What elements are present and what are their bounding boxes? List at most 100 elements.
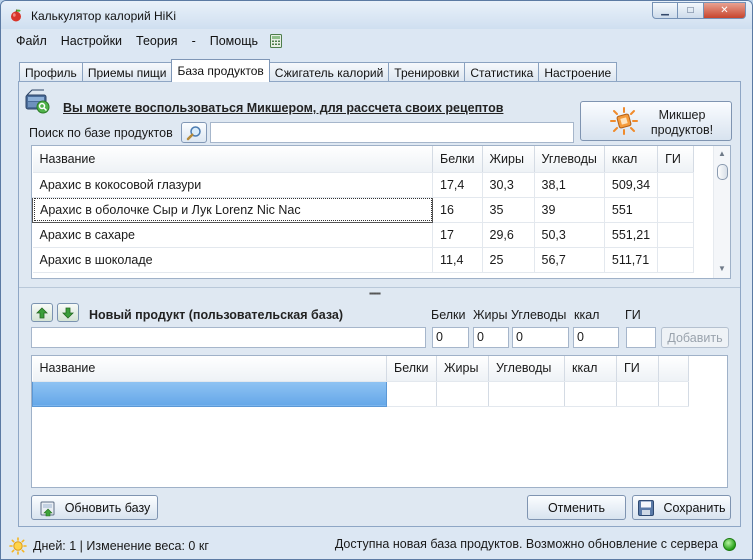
column-header-protein[interactable]: Белки: [432, 146, 483, 173]
cell-name-selected[interactable]: [32, 380, 387, 407]
search-input[interactable]: [210, 122, 574, 143]
status-update-message[interactable]: Доступна новая база продуктов. Возможно …: [335, 537, 718, 551]
arrow-up-icon: [36, 306, 48, 318]
save-button[interactable]: Сохранить: [632, 495, 731, 520]
column-header-carbs[interactable]: Углеводы: [488, 356, 565, 382]
table-row[interactable]: [32, 380, 689, 407]
mixer-icon: [610, 107, 638, 135]
cell-name: Арахис в сахаре: [32, 222, 433, 248]
mixer-button-label-line2: продуктов!: [650, 123, 714, 137]
menu-help[interactable]: Помощь: [203, 34, 265, 48]
label-kcal: ккал: [574, 308, 600, 322]
cell-fat: 25: [482, 247, 535, 273]
column-header-gi[interactable]: ГИ: [657, 146, 695, 173]
carbs-input[interactable]: 0: [512, 327, 569, 348]
column-header-kcal[interactable]: ккал: [564, 356, 617, 382]
table-row[interactable]: Арахис в оболочке Сыр и Лук Lorenz Nic N…: [32, 196, 695, 223]
products-table-scrollbar[interactable]: ▲ ▼: [713, 146, 730, 278]
menu-bar: Файл Настройки Теория - Помощь: [1, 31, 752, 51]
main-window: Калькулятор калорий HiKi ▁ □ ✕ Файл Наст…: [0, 0, 753, 560]
title-bar: Калькулятор калорий HiKi ▁ □ ✕: [1, 1, 752, 29]
maximize-button[interactable]: □: [678, 2, 704, 19]
cancel-button[interactable]: Отменить: [527, 495, 626, 520]
column-header-gi[interactable]: ГИ: [616, 356, 659, 382]
close-button[interactable]: ✕: [704, 2, 746, 19]
table-row[interactable]: Арахис в шоколаде 11,4 25 56,7 511,71: [32, 247, 695, 273]
products-table[interactable]: Название Белки Жиры Углеводы ккал ГИ Ара…: [31, 145, 731, 279]
cell-gi: [657, 222, 695, 248]
cell-protein: 16: [432, 197, 483, 223]
panel-splitter[interactable]: ▪▪▪▪▪▪: [19, 287, 740, 298]
save-disk-icon: [638, 499, 655, 516]
cell-name: Арахис в оболочке Сыр и Лук Lorenz Nic N…: [32, 196, 433, 223]
move-down-button[interactable]: [57, 303, 79, 322]
column-header-name[interactable]: Название: [32, 146, 433, 173]
update-available-indicator-icon[interactable]: [723, 537, 736, 551]
table-row[interactable]: Арахис в кокосовой глазури 17,4 30,3 38,…: [32, 172, 695, 198]
scrollbar-thumb[interactable]: [717, 164, 728, 180]
cell-protein: [386, 381, 437, 407]
column-header-carbs[interactable]: Углеводы: [534, 146, 605, 173]
tab-mood[interactable]: Настроение: [538, 62, 618, 82]
cell-fat: 35: [482, 197, 535, 223]
label-protein: Белки: [431, 308, 466, 322]
status-days-weight: Дней: 1 | Изменение веса: 0 кг: [33, 539, 209, 553]
user-products-table[interactable]: Название Белки Жиры Углеводы ккал ГИ: [31, 355, 728, 488]
menu-settings[interactable]: Настройки: [54, 34, 129, 48]
product-database-panel: Вы можете воспользоваться Микшером, для …: [18, 81, 741, 527]
tab-product-database[interactable]: База продуктов: [171, 59, 270, 82]
add-product-button[interactable]: Добавить: [661, 327, 729, 348]
products-table-header: Название Белки Жиры Углеводы ккал ГИ: [32, 146, 695, 173]
cell-carbs: 38,1: [534, 172, 605, 198]
column-header-empty: [658, 356, 689, 382]
fat-input[interactable]: 0: [473, 327, 509, 348]
tab-calorie-burner[interactable]: Сжигатель калорий: [268, 62, 390, 82]
move-up-button[interactable]: [31, 303, 53, 322]
splitter-grip-icon: ▪▪▪▪▪▪: [369, 289, 381, 298]
column-header-fat[interactable]: Жиры: [482, 146, 535, 173]
tab-statistics[interactable]: Статистика: [464, 62, 540, 82]
scroll-up-icon[interactable]: ▲: [718, 149, 726, 158]
gi-input[interactable]: [626, 327, 656, 348]
column-header-fat[interactable]: Жиры: [436, 356, 489, 382]
menu-theory[interactable]: Теория: [129, 34, 185, 48]
product-mixer-button[interactable]: Микшер продуктов!: [580, 101, 732, 141]
cell-name: Арахис в шоколаде: [32, 247, 433, 273]
cell-fat: [436, 381, 489, 407]
table-row[interactable]: Арахис в сахаре 17 29,6 50,3 551,21: [32, 222, 695, 248]
column-header-name[interactable]: Название: [32, 356, 387, 382]
cell-carbs: 39: [534, 197, 605, 223]
search-button[interactable]: [181, 122, 207, 143]
cell-protein: 17: [432, 222, 483, 248]
cell-empty: [658, 381, 689, 407]
tab-profile[interactable]: Профиль: [19, 62, 83, 82]
menu-separator: -: [191, 34, 196, 48]
protein-input[interactable]: 0: [432, 327, 469, 348]
column-header-kcal[interactable]: ккал: [604, 146, 659, 173]
mixer-button-label: Микшер продуктов!: [639, 108, 725, 138]
cell-protein: 11,4: [432, 247, 483, 273]
cell-kcal: 551: [604, 197, 659, 223]
user-table-header: Название Белки Жиры Углеводы ккал ГИ: [32, 356, 689, 382]
label-gi: ГИ: [625, 308, 641, 322]
minimize-button[interactable]: ▁: [652, 2, 678, 19]
scroll-down-icon[interactable]: ▼: [718, 264, 726, 273]
tab-meals[interactable]: Приемы пищи: [81, 62, 173, 82]
menu-file[interactable]: Файл: [9, 34, 54, 48]
status-bar: Дней: 1 | Изменение веса: 0 кг Доступна …: [1, 532, 752, 559]
window-controls: ▁ □ ✕: [652, 2, 746, 19]
tab-workouts[interactable]: Тренировки: [388, 62, 466, 82]
kcal-input[interactable]: 0: [573, 327, 619, 348]
cell-name: Арахис в кокосовой глазури: [32, 172, 433, 198]
cell-carbs: 56,7: [534, 247, 605, 273]
update-database-button[interactable]: Обновить базу: [31, 495, 158, 520]
cell-gi: [657, 172, 695, 198]
cancel-label: Отменить: [547, 500, 606, 515]
calculator-icon[interactable]: [269, 34, 283, 48]
database-search-icon: [25, 89, 50, 114]
mixer-hint-link[interactable]: Вы можете воспользоваться Микшером, для …: [63, 101, 503, 115]
new-product-name-input[interactable]: [31, 327, 426, 348]
column-header-protein[interactable]: Белки: [386, 356, 437, 382]
database-update-icon: [40, 501, 55, 516]
cell-carbs: [488, 381, 565, 407]
